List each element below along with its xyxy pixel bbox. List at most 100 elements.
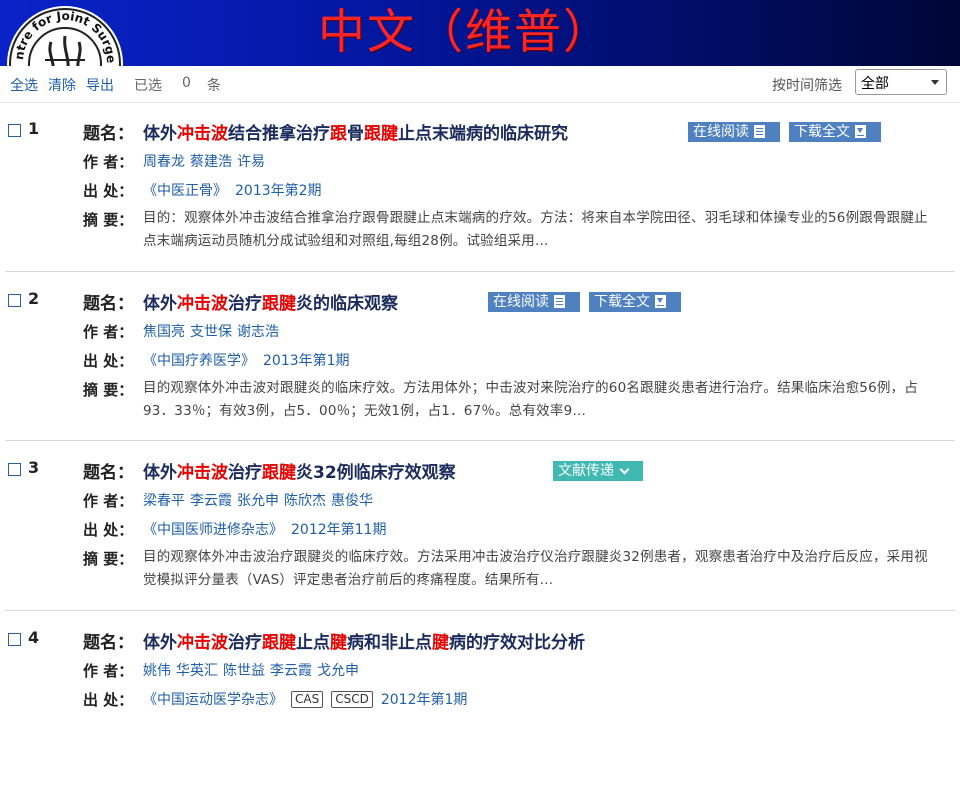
title-highlight: 跟腱 <box>262 294 296 314</box>
author-label: 作 者： <box>83 492 134 510</box>
result-checkbox[interactable] <box>8 633 21 646</box>
page-title: 中文（维普） <box>318 5 612 60</box>
title-label: 题名： <box>83 124 134 144</box>
index-tag: CAS <box>291 691 324 708</box>
title-label: 题名： <box>83 633 134 653</box>
result-divider <box>5 610 955 611</box>
source-label: 出 处： <box>83 691 134 709</box>
abstract-text: 目的：观察体外冲击波结合推拿治疗跟骨跟腱止点末端病的疗效。方法：将来自本学院田径… <box>143 210 928 249</box>
selected-count: 0 <box>182 75 191 91</box>
journal-link[interactable]: 《中国疗养医学》 <box>143 353 255 369</box>
result-checkbox[interactable] <box>8 124 21 137</box>
issue-link[interactable]: 2012年第1期 <box>381 692 468 708</box>
abstract-label: 摘 要： <box>83 381 134 399</box>
title-highlight: 冲击波 <box>177 633 228 653</box>
abstract-label: 摘 要： <box>83 211 134 229</box>
title-segment: 止点 <box>296 633 330 653</box>
clear-link[interactable]: 清除 <box>48 75 76 95</box>
issue-link[interactable]: 2012年第11期 <box>291 522 386 538</box>
author-link[interactable]: 焦国亮 <box>143 324 185 340</box>
read-online-button[interactable]: 在线阅读 <box>688 122 780 142</box>
document-icon <box>754 125 765 138</box>
selected-label: 已选 <box>134 78 162 94</box>
title-segment: 病和非止点 <box>347 633 432 653</box>
button-label: 文献传递 <box>558 463 614 479</box>
title-highlight: 冲击波 <box>177 124 228 144</box>
title-highlight: 跟腱 <box>262 633 296 653</box>
author-list: 姚伟 华英汇 陈世益 李云霞 戈允申 <box>143 660 364 680</box>
title-highlight: 冲击波 <box>177 294 228 314</box>
author-link[interactable]: 周春龙 <box>143 154 185 170</box>
journal-link[interactable]: 《中医正骨》 <box>143 183 227 199</box>
abstract-text: 目的观察体外冲击波对跟腱炎的临床疗效。方法用体外；中击波对来院治疗的60名跟腱炎… <box>143 380 918 419</box>
article-title-link[interactable]: 体外冲击波治疗跟腱炎32例临床疗效观察 <box>143 458 456 483</box>
title-highlight: 跟腱 <box>262 463 296 483</box>
author-link[interactable]: 李云霞 <box>270 663 312 679</box>
export-link[interactable]: 导出 <box>86 75 114 95</box>
button-label: 下载全文 <box>794 124 850 140</box>
index-tag: CSCD <box>331 691 373 708</box>
document-delivery-button[interactable]: 文献传递 <box>553 461 643 481</box>
title-highlight: 腱 <box>330 633 347 653</box>
send-icon <box>619 464 631 477</box>
download-fulltext-button[interactable]: 下载全文 <box>589 292 681 312</box>
result-checkbox[interactable] <box>8 294 21 307</box>
source-label: 出 处： <box>83 352 134 370</box>
author-link[interactable]: 支世保 <box>190 324 232 340</box>
author-link[interactable]: 惠俊华 <box>331 493 373 509</box>
title-segment: 体外 <box>143 294 177 314</box>
result-checkbox[interactable] <box>8 463 21 476</box>
download-fulltext-button[interactable]: 下载全文 <box>789 122 881 142</box>
author-link[interactable]: 梁春平 <box>143 493 185 509</box>
article-title-link[interactable]: 体外冲击波治疗跟腱止点腱病和非止点腱病的疗效对比分析 <box>143 628 585 653</box>
result-item: 4 题名： 体外冲击波治疗跟腱止点腱病和非止点腱病的疗效对比分析作 者： 姚伟 华英汇陈… <box>0 625 960 785</box>
result-index: 1 <box>28 119 40 138</box>
title-segment: 炎32例临床疗效观察 <box>296 463 456 483</box>
slide-header: Centre for Joint Surgery 中文（维普） <box>0 0 960 66</box>
author-link[interactable]: 姚伟 <box>143 663 171 679</box>
title-segment: 结合推拿治疗 <box>228 124 330 144</box>
selected-unit: 条 <box>207 78 221 94</box>
article-title-link[interactable]: 体外冲击波结合推拿治疗跟骨跟腱止点末端病的临床研究 <box>143 119 568 144</box>
title-segment: 体外 <box>143 633 177 653</box>
journal-link[interactable]: 《中国运动医学杂志》 <box>143 692 283 708</box>
author-link[interactable]: 谢志浩 <box>237 324 279 340</box>
select-all-link[interactable]: 全选 <box>10 75 38 95</box>
time-filter-value: 全部 <box>861 76 889 92</box>
time-filter-label: 按时间筛选 <box>772 78 842 94</box>
author-label: 作 者： <box>83 323 134 341</box>
source-info: 《中国医师进修杂志》 2012年第11期 <box>143 519 386 539</box>
author-link[interactable]: 华英汇 <box>176 663 218 679</box>
author-link[interactable]: 戈允申 <box>317 663 359 679</box>
title-label: 题名： <box>83 294 134 314</box>
title-highlight: 跟 <box>330 124 347 144</box>
author-link[interactable]: 李云霞 <box>190 493 232 509</box>
issue-link[interactable]: 2013年第1期 <box>263 353 350 369</box>
author-list: 焦国亮 支世保 谢志浩 <box>143 321 284 341</box>
journal-link[interactable]: 《中国医师进修杂志》 <box>143 522 283 538</box>
author-list: 周春龙 蔡建浩 许易 <box>143 151 270 171</box>
result-divider <box>5 271 955 272</box>
button-label: 在线阅读 <box>493 294 549 310</box>
issue-link[interactable]: 2013年第2期 <box>235 183 322 199</box>
abstract-label: 摘 要： <box>83 550 134 568</box>
title-highlight: 跟腱 <box>364 124 398 144</box>
document-icon <box>554 295 565 308</box>
title-segment: 治疗 <box>228 633 262 653</box>
button-label: 在线阅读 <box>693 124 749 140</box>
source-info: 《中国运动医学杂志》 CAS CSCD 2012年第1期 <box>143 689 467 709</box>
author-link[interactable]: 许易 <box>237 154 265 170</box>
title-segment: 病的疗效对比分析 <box>449 633 585 653</box>
title-label: 题名： <box>83 463 134 483</box>
author-link[interactable]: 陈世益 <box>223 663 265 679</box>
author-link[interactable]: 张允申 <box>237 493 279 509</box>
title-highlight: 冲击波 <box>177 463 228 483</box>
time-filter-select[interactable]: 全部 <box>855 69 947 95</box>
result-item: 3 题名： 体外冲击波治疗跟腱炎32例临床疗效观察作 者： 梁春平 李云霞 张允申 陈欣杰惠… <box>0 455 960 615</box>
read-online-button[interactable]: 在线阅读 <box>488 292 580 312</box>
author-link[interactable]: 蔡建浩 <box>190 154 232 170</box>
chevron-down-icon <box>931 80 939 85</box>
article-title-link[interactable]: 体外冲击波治疗跟腱炎的临床观察 <box>143 289 398 314</box>
result-item: 2 题名： 体外冲击波治疗跟腱炎的临床观察作 者： 焦国亮 支世保 谢志浩出 处： 《中国疗… <box>0 286 960 446</box>
author-link[interactable]: 陈欣杰 <box>284 493 326 509</box>
